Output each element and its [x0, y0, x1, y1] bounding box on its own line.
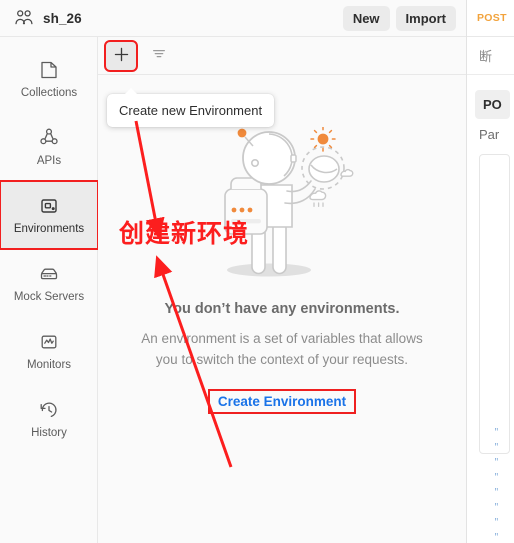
sidebar-label-history: History — [31, 426, 67, 439]
sidebar-item-apis[interactable]: APIs — [0, 113, 98, 181]
annotation-chinese-note: 创建新环境 — [119, 219, 250, 248]
sidebar-label-mock-servers: Mock Servers — [13, 290, 85, 303]
sidebar-item-environments[interactable]: Environments — [0, 180, 99, 250]
sidebar-rail: Collections APIs Environments Mock Serve… — [0, 37, 99, 543]
collections-folder-icon — [38, 59, 60, 81]
mock-servers-icon — [38, 263, 60, 285]
postman-window: sh_26 New Import Collections APIs Enviro… — [0, 0, 514, 543]
top-bar: sh_26 New Import — [0, 0, 466, 37]
sidebar-label-monitors: Monitors — [26, 358, 72, 371]
sidebar-item-collections[interactable]: Collections — [0, 45, 98, 113]
filter-environments-button[interactable] — [144, 42, 174, 70]
sidebar-label-environments: Environments — [13, 222, 85, 235]
request-params-tab[interactable]: Par — [467, 127, 514, 142]
sidebar-label-apis: APIs — [36, 154, 62, 167]
environments-toolbar — [98, 37, 466, 75]
tooltip-text: Create new Environment — [119, 103, 263, 118]
new-button[interactable]: New — [342, 5, 390, 31]
history-clock-icon — [38, 399, 60, 421]
apis-nodes-icon — [38, 127, 60, 149]
environments-panel: Create new Environment You don’t have an… — [98, 37, 466, 543]
create-environment-tooltip: Create new Environment — [107, 88, 275, 127]
request-method-select[interactable]: PO — [475, 89, 510, 119]
monitors-pulse-icon — [38, 331, 60, 353]
empty-state-cta-wrap: Create Environment — [207, 388, 357, 414]
empty-state-title: You don’t have any environments. — [164, 301, 400, 317]
create-environment-link[interactable]: Create Environment — [207, 388, 357, 414]
request-breadcrumb-text: 断 — [479, 49, 493, 64]
request-url-row: PO — [467, 81, 514, 127]
request-tab-row: POST — [467, 0, 514, 37]
team-switcher[interactable]: sh_26 — [14, 9, 82, 27]
astronaut-illustration — [207, 126, 357, 279]
import-button[interactable]: Import — [395, 5, 456, 31]
response-code-snippet: " " " " " " " " — [494, 428, 499, 542]
add-environment-button[interactable] — [104, 39, 138, 72]
sidebar-item-history[interactable]: History — [0, 385, 98, 453]
sidebar-label-collections: Collections — [20, 86, 78, 99]
environments-box-icon — [38, 195, 60, 217]
request-tab-method[interactable]: POST — [477, 12, 507, 24]
request-body-box[interactable] — [479, 154, 510, 454]
sidebar-item-mock-servers[interactable]: Mock Servers — [0, 249, 98, 317]
request-breadcrumb: 断 — [467, 37, 514, 75]
filter-lines-icon — [151, 46, 167, 65]
environments-empty-state: You don’t have any environments. An envi… — [98, 75, 466, 543]
empty-state-description: An environment is a set of variables tha… — [141, 331, 423, 367]
team-name-label: sh_26 — [43, 10, 82, 26]
top-bar-actions: New Import — [342, 5, 456, 31]
request-pane: POST 断 PO Par — [466, 0, 514, 543]
sidebar-item-monitors[interactable]: Monitors — [0, 317, 98, 385]
team-people-icon — [14, 9, 34, 27]
plus-icon — [113, 46, 130, 66]
